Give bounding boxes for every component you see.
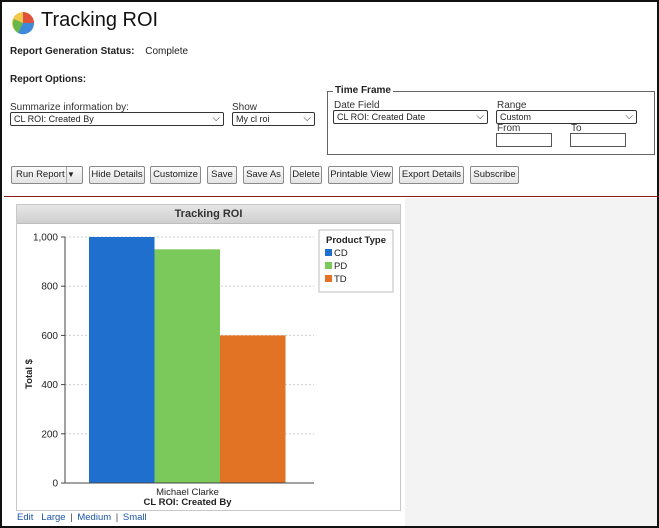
- y-tick-label: 0: [52, 479, 58, 490]
- date-field-select[interactable]: CL ROI: Created Date ⌵: [333, 110, 488, 124]
- range-value: Custom: [500, 112, 532, 122]
- run-report-button[interactable]: Run Report ▼: [11, 166, 83, 184]
- report-status: Report Generation Status: Complete: [10, 46, 188, 57]
- from-date-input[interactable]: [496, 133, 552, 147]
- report-options-label: Report Options:: [10, 74, 87, 85]
- show-select[interactable]: My cl roi ⌵: [232, 112, 315, 126]
- y-tick-label: 400: [41, 380, 58, 391]
- legend-swatch-cd: [325, 249, 332, 256]
- range-select[interactable]: Custom ⌵: [496, 110, 637, 124]
- save-button[interactable]: Save: [207, 166, 237, 184]
- summarize-value: CL ROI: Created By: [14, 114, 94, 124]
- section-divider: [4, 196, 659, 197]
- chevron-down-icon: ⌵: [212, 113, 220, 124]
- bar-td: [220, 335, 286, 483]
- status-label: Report Generation Status:: [10, 46, 135, 57]
- chart-size-links: Edit Large | Medium | Small: [17, 512, 147, 523]
- bar-pd: [154, 249, 220, 483]
- delete-button[interactable]: Delete: [290, 166, 322, 184]
- dropdown-arrow-icon[interactable]: ▼: [66, 167, 82, 183]
- status-value: Complete: [145, 46, 189, 57]
- small-chart-link[interactable]: Small: [123, 512, 147, 523]
- y-tick-label: 800: [41, 282, 58, 293]
- save-as-button[interactable]: Save As: [243, 166, 284, 184]
- medium-chart-link[interactable]: Medium: [77, 512, 111, 523]
- show-value: My cl roi: [236, 114, 270, 124]
- x-axis-title: CL ROI: Created By: [144, 497, 233, 508]
- date-field-value: CL ROI: Created Date: [337, 112, 426, 122]
- large-chart-link[interactable]: Large: [41, 512, 65, 523]
- y-axis-title: Total $: [24, 358, 35, 389]
- legend-title: Product Type: [326, 235, 386, 246]
- timeframe-legend: Time Frame: [333, 85, 393, 96]
- hide-details-button[interactable]: Hide Details: [89, 166, 145, 184]
- legend-swatch-pd: [325, 262, 332, 269]
- y-tick-label: 1,000: [33, 233, 58, 244]
- legend-label-cd: CD: [334, 248, 348, 259]
- printable-view-button[interactable]: Printable View: [328, 166, 393, 184]
- y-tick-label: 600: [41, 331, 58, 342]
- bar-chart: 02004006008001,000Michael ClarkeCL ROI: …: [24, 229, 394, 508]
- chevron-down-icon: ⌵: [303, 113, 311, 124]
- chevron-down-icon: ⌵: [476, 111, 484, 122]
- export-details-button[interactable]: Export Details: [399, 166, 464, 184]
- edit-chart-link[interactable]: Edit: [17, 512, 33, 523]
- legend-label-pd: PD: [334, 261, 347, 272]
- chevron-down-icon: ⌵: [625, 111, 633, 122]
- legend-label-td: TD: [334, 274, 347, 285]
- chart-title: Tracking ROI: [17, 205, 400, 224]
- report-logo-icon: [12, 12, 35, 35]
- to-date-input[interactable]: [570, 133, 626, 147]
- bar-cd: [89, 237, 155, 483]
- right-panel-background: [405, 198, 657, 526]
- subscribe-button[interactable]: Subscribe: [470, 166, 519, 184]
- customize-button[interactable]: Customize: [150, 166, 201, 184]
- y-tick-label: 200: [41, 429, 58, 440]
- run-report-label: Run Report: [16, 169, 65, 180]
- page-title: Tracking ROI: [41, 9, 159, 31]
- summarize-select[interactable]: CL ROI: Created By ⌵: [10, 112, 224, 126]
- legend-swatch-td: [325, 275, 332, 282]
